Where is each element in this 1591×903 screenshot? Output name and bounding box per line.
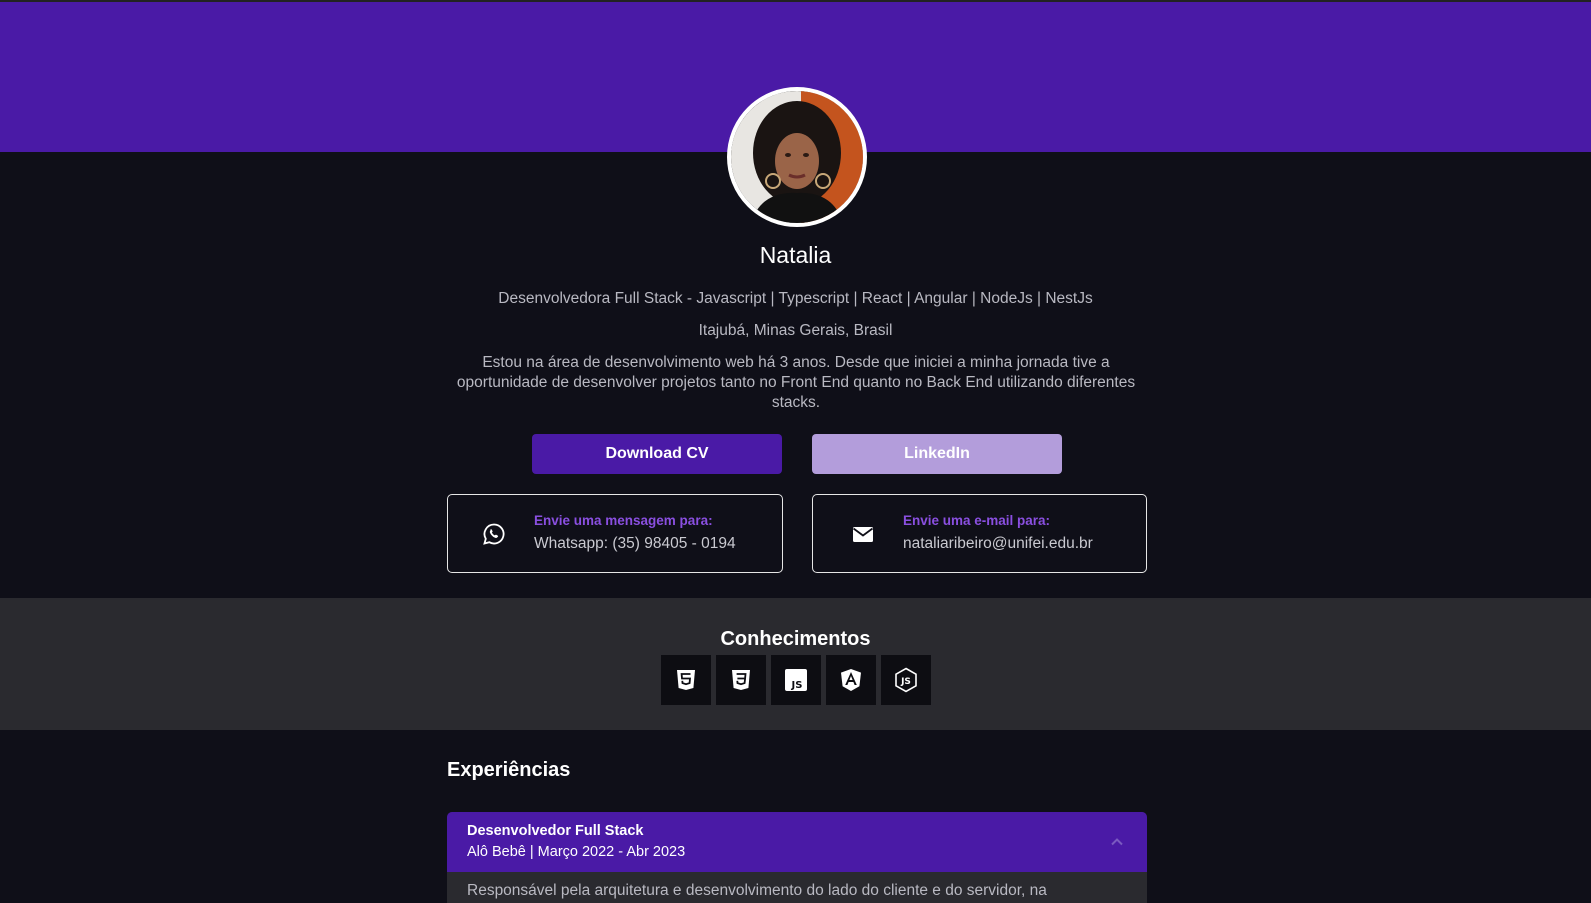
profile-bio: Estou na área de desenvolvimento web há … xyxy=(456,354,1136,411)
experience-item-header[interactable]: Desenvolvedor Full Stack Alô Bebê | Març… xyxy=(447,812,1147,872)
download-cv-button[interactable]: Download CV xyxy=(532,434,782,474)
email-contact-card[interactable]: Envie uma e-mail para: nataliaribeiro@un… xyxy=(812,494,1147,573)
javascript-icon: JS xyxy=(771,655,821,705)
envelope-icon xyxy=(851,522,875,546)
linkedin-button[interactable]: LinkedIn xyxy=(812,434,1062,474)
whatsapp-contact-card[interactable]: Envie uma mensagem para: Whatsapp: (35) … xyxy=(447,494,783,573)
whatsapp-contact-value: Whatsapp: (35) 98405 - 0194 xyxy=(534,535,736,552)
html5-icon xyxy=(661,655,711,705)
angular-icon xyxy=(826,655,876,705)
experience-item: Desenvolvedor Full Stack Alô Bebê | Març… xyxy=(447,812,1147,903)
whatsapp-contact-label: Envie uma mensagem para: xyxy=(534,513,713,528)
svg-text:JS: JS xyxy=(791,680,803,691)
svg-text:JS: JS xyxy=(900,677,911,687)
skills-section: Conhecimentos JS JS xyxy=(0,598,1591,730)
whatsapp-icon xyxy=(482,522,506,546)
skills-title: Conhecimentos xyxy=(720,628,871,650)
experience-role: Desenvolvedor Full Stack xyxy=(467,823,644,839)
email-contact-label: Envie uma e-mail para: xyxy=(903,513,1051,528)
email-contact-value: nataliaribeiro@unifei.edu.br xyxy=(903,535,1093,552)
profile-role: Desenvolvedora Full Stack - Javascript |… xyxy=(498,290,1093,307)
profile-name: Natalia xyxy=(759,242,832,268)
experience-title: Experiências xyxy=(447,759,571,781)
css3-icon xyxy=(716,655,766,705)
avatar xyxy=(727,87,867,227)
nodejs-icon: JS xyxy=(881,655,931,705)
experience-meta: Alô Bebê | Março 2022 - Abr 2023 xyxy=(467,844,686,860)
experience-description: Responsável pela arquitetura e desenvolv… xyxy=(467,882,1047,899)
profile-location: Itajubá, Minas Gerais, Brasil xyxy=(698,322,893,339)
chevron-up-icon[interactable] xyxy=(1109,834,1125,850)
